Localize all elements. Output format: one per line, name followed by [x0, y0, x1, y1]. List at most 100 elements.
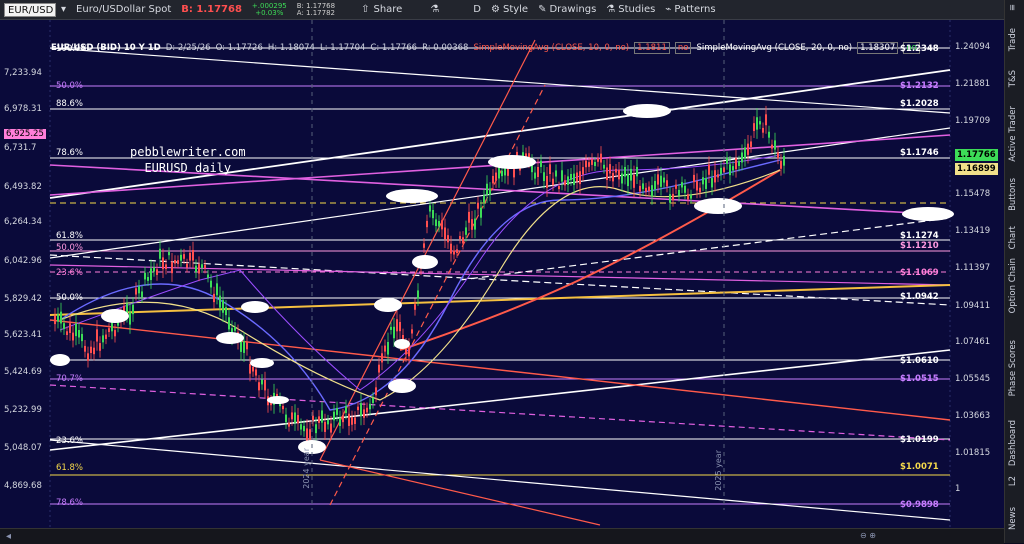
candle-body	[96, 329, 98, 342]
candle-body	[222, 300, 224, 313]
candle-body	[102, 335, 104, 343]
level-label: $1.1210	[900, 241, 939, 251]
candle-body	[585, 160, 587, 168]
chart-canvas[interactable]	[0, 20, 1004, 528]
candle-body	[759, 121, 761, 125]
candle-body	[699, 187, 701, 193]
right-axis-tick: 1	[955, 484, 961, 494]
tab-expand[interactable]: ≡	[1008, 4, 1018, 11]
side-tab-option-chain[interactable]: Option Chain	[1008, 258, 1018, 313]
candle-body	[240, 341, 242, 352]
side-tab-active-trader[interactable]: Active Trader	[1008, 106, 1018, 162]
candle-body	[363, 409, 365, 418]
candle-body	[444, 227, 446, 240]
candle-body	[99, 343, 101, 351]
candle-body	[186, 263, 188, 268]
drawings-button[interactable]: ✎ Drawings	[533, 0, 601, 20]
candle-body	[495, 172, 497, 181]
candle-body	[426, 220, 428, 228]
side-tab-trade[interactable]: Trade	[1008, 28, 1018, 51]
side-tab-phase-scores[interactable]: Phase Scores	[1008, 340, 1018, 396]
high-value: H: 1.18074	[267, 42, 315, 53]
left-price-tag: 6,925.25	[4, 129, 46, 139]
close-value: C: 1.17766	[370, 42, 418, 53]
candle-body	[678, 189, 680, 196]
candle-body	[261, 379, 263, 385]
candle-body	[57, 314, 59, 322]
side-tab-chart[interactable]: Chart	[1008, 226, 1018, 249]
candle-body	[618, 169, 620, 180]
side-tab-t-s[interactable]: T&S	[1008, 70, 1018, 87]
dropdown-icon[interactable]: ▾	[56, 0, 71, 20]
candle-body	[546, 175, 548, 188]
candle-body	[54, 315, 56, 325]
candle-body	[741, 152, 743, 163]
candle-body	[327, 420, 329, 425]
flask-icon[interactable]: ⚗	[425, 0, 444, 20]
sma20-label[interactable]: SimpleMovingAvg (CLOSE, 20, 0, no)	[696, 43, 852, 53]
left-axis-tick: 6,731.7	[4, 143, 37, 153]
candle-body	[321, 410, 323, 423]
zoom-icons[interactable]: ⊖ ⊕	[860, 531, 876, 540]
candle-body	[621, 173, 623, 184]
candle-body	[357, 406, 359, 411]
ask-small: A: 1.17782	[296, 8, 335, 17]
fib-label: 88.6%	[56, 99, 84, 109]
candle-body	[534, 172, 536, 179]
right-axis-tick: 1.07461	[955, 337, 991, 347]
candle-body	[441, 220, 443, 230]
candle-body	[198, 264, 200, 274]
share-button[interactable]: ⇧ Share	[356, 0, 407, 20]
candle-body	[753, 123, 755, 132]
candle-body	[225, 307, 227, 316]
candle-body	[336, 408, 338, 415]
bid-price: B: 1.17768	[181, 4, 242, 15]
side-tab-buttons[interactable]: Buttons	[1008, 178, 1018, 211]
candle-body	[171, 261, 173, 274]
price-chart[interactable]: EUR/USD (BID) 10 Y 1D D: 2/25/26 O: 1.17…	[0, 20, 1004, 528]
studies-button[interactable]: ⚗ Studies	[601, 0, 660, 20]
sma10-toggle[interactable]: no	[674, 41, 692, 54]
candle-body	[462, 237, 464, 244]
candle-body	[648, 186, 650, 191]
candle-body	[435, 219, 437, 226]
candle-body	[81, 333, 83, 342]
studies-icon: ⚗	[606, 4, 616, 15]
candle-body	[783, 155, 785, 166]
fib-label: 78.6%	[56, 148, 84, 158]
candle-body	[165, 264, 167, 270]
watermark: pebblewriter.com EURUSD daily	[130, 144, 246, 176]
side-tab-news[interactable]: News	[1008, 507, 1018, 530]
candle-body	[372, 397, 374, 404]
candle-body	[333, 411, 335, 421]
style-button[interactable]: ⚙ Style	[486, 0, 533, 20]
candle-body	[762, 127, 764, 133]
candle-body	[285, 414, 287, 423]
level-label: $0.9898	[900, 500, 939, 510]
candle-body	[60, 311, 62, 324]
patterns-button[interactable]: ⌁ Patterns	[660, 0, 720, 20]
patterns-icon: ⌁	[665, 4, 672, 15]
candle-body	[615, 168, 617, 173]
right-axis-tick: 1.05545	[955, 374, 991, 384]
candle-body	[366, 407, 368, 413]
period-button[interactable]: D	[468, 0, 486, 20]
level-label: $1.0610	[900, 356, 939, 366]
candle-body	[537, 166, 539, 178]
watermark-line2: EURUSD daily	[144, 161, 232, 175]
candle-body	[234, 327, 236, 331]
sma10-label[interactable]: SimpleMovingAvg (CLOSE, 10, 0, no)	[473, 43, 629, 53]
candle-body	[348, 413, 350, 426]
candle-body	[453, 250, 455, 255]
candle-body	[228, 317, 230, 330]
candle-body	[780, 160, 782, 169]
sma-price-tag: 1.16899	[955, 163, 998, 175]
candle-body	[138, 286, 140, 294]
candle-body	[72, 332, 74, 341]
symbol-input[interactable]: EUR/USD	[4, 2, 56, 17]
side-tab-l2[interactable]: L2	[1008, 476, 1018, 486]
style-label: Style	[502, 4, 529, 15]
scroll-left-icon[interactable]: ◂	[6, 531, 11, 542]
side-tab-dashboard[interactable]: Dashboard	[1008, 420, 1018, 466]
candle-body	[243, 341, 245, 353]
